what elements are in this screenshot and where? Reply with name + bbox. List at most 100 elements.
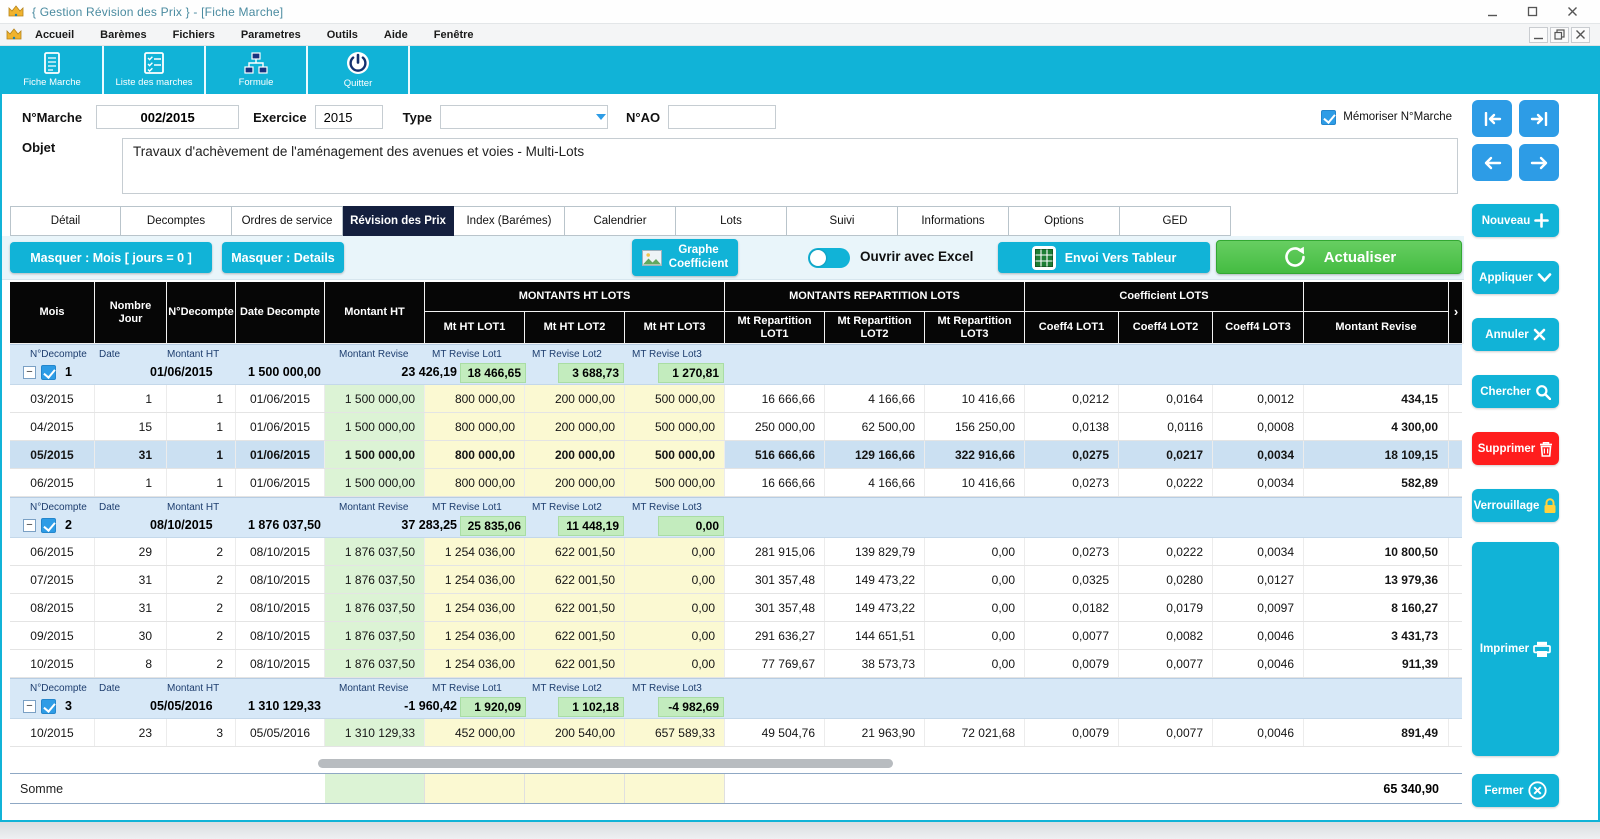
tab-calendrier[interactable]: Calendrier <box>565 206 676 236</box>
column-header-mt-repartition-lot3[interactable]: Mt Repartition LOT3 <box>925 312 1025 344</box>
table-row[interactable]: 09/201530208/10/20151 876 037,501 254 03… <box>10 622 1462 650</box>
nav-previous-button[interactable] <box>1472 144 1512 181</box>
column-header-coeff4-lot3[interactable]: Coeff4 LOT3 <box>1213 312 1304 344</box>
form-area: N°Marche Exercice Type N°AO Mémoriser N°… <box>2 94 1598 202</box>
group-checkbox[interactable] <box>41 699 56 714</box>
excel-toggle[interactable] <box>808 248 850 268</box>
actualiser-button[interactable]: Actualiser <box>1216 240 1462 274</box>
collapse-toggle-icon[interactable] <box>23 366 36 379</box>
column-header-mt-ht-lot1[interactable]: Mt HT LOT1 <box>425 312 525 344</box>
memoriser-checkbox[interactable]: Mémoriser N°Marche <box>1321 110 1452 125</box>
n-marche-input[interactable] <box>96 105 239 129</box>
fermer-button[interactable]: Fermer <box>1472 774 1559 807</box>
toolbar-liste-des-marches[interactable]: Liste des marches <box>104 46 206 94</box>
menu-item-baremes[interactable]: Barèmes <box>87 29 159 41</box>
form-row-2: Objet Travaux d'achèvement de l'aménagem… <box>22 138 1598 194</box>
menu-item-fichiers[interactable]: Fichiers <box>160 29 228 41</box>
column-header-coeff4-lot1[interactable]: Coeff4 LOT1 <box>1025 312 1119 344</box>
appliquer-button[interactable]: Appliquer <box>1472 261 1559 294</box>
table-row[interactable]: 10/201523305/05/20161 310 129,33452 000,… <box>10 719 1462 747</box>
toolbar-formule[interactable]: Formule <box>206 46 308 94</box>
column-header-mt-repartition-lot1[interactable]: Mt Repartition LOT1 <box>725 312 825 344</box>
toolbar-fiche-marche[interactable]: Fiche Marche <box>2 46 104 94</box>
table-row[interactable]: 08/201531208/10/20151 876 037,501 254 03… <box>10 594 1462 622</box>
group-revise-chip: 18 466,65 <box>460 363 526 383</box>
close-button[interactable] <box>1552 1 1592 23</box>
toolbar-quitter[interactable]: Quitter <box>308 46 410 94</box>
column-header-mt-ht-lot3[interactable]: Mt HT LOT3 <box>625 312 725 344</box>
child-minimize-button[interactable] <box>1529 27 1548 43</box>
masquer-details-button[interactable]: Masquer : Details <box>222 242 344 273</box>
table-row[interactable]: 03/20151101/06/20151 500 000,00800 000,0… <box>10 385 1462 413</box>
column-header-n-decompte[interactable]: N°Decompte <box>167 282 236 344</box>
nav-first-button[interactable] <box>1472 100 1512 137</box>
maximize-button[interactable] <box>1512 1 1552 23</box>
graphe-coefficient-button[interactable]: GrapheCoefficient <box>632 239 738 276</box>
nav-last-button[interactable] <box>1519 100 1559 137</box>
child-restore-button[interactable] <box>1550 27 1569 43</box>
group-date: 01/06/2015 <box>150 365 213 379</box>
column-header-mt-repartition-lot2[interactable]: Mt Repartition LOT2 <box>825 312 925 344</box>
header-scroll-arrow-icon[interactable]: › <box>1449 282 1464 344</box>
nav-next-button[interactable] <box>1519 144 1559 181</box>
verrouillage-button[interactable]: Verrouillage <box>1472 489 1559 522</box>
tab-ged[interactable]: GED <box>1120 206 1231 236</box>
graphe-label-2: Coefficient <box>669 258 728 271</box>
memoriser-label: Mémoriser N°Marche <box>1343 111 1452 123</box>
collapse-toggle-icon[interactable] <box>23 519 36 532</box>
tab-suivi[interactable]: Suivi <box>787 206 898 236</box>
menu-item-parametres[interactable]: Parametres <box>228 29 314 41</box>
chercher-button[interactable]: Chercher <box>1472 375 1559 408</box>
action-bar: Masquer : Mois [ jours = 0 ] Masquer : D… <box>2 236 1464 280</box>
masquer-mois-button[interactable]: Masquer : Mois [ jours = 0 ] <box>10 242 212 273</box>
tab-revision-des-prix[interactable]: Révision des Prix <box>343 206 454 236</box>
app-logo-icon <box>6 27 22 42</box>
n-ao-input[interactable] <box>668 105 776 129</box>
group-n-decompte: 3 <box>65 699 72 713</box>
table-row[interactable]: 04/201515101/06/20151 500 000,00800 000,… <box>10 413 1462 441</box>
column-header-date-decompte[interactable]: Date Decompte <box>236 282 325 344</box>
menu-item-aide[interactable]: Aide <box>371 29 421 41</box>
table-row[interactable]: 07/201531208/10/20151 876 037,501 254 03… <box>10 566 1462 594</box>
group-row: N°DecompteDateMontant HT305/05/20161 310… <box>10 678 1462 719</box>
table-row[interactable]: 10/20158208/10/20151 876 037,501 254 036… <box>10 650 1462 678</box>
group-checkbox[interactable] <box>41 365 56 380</box>
menu-item-outils[interactable]: Outils <box>314 29 371 41</box>
annuler-button[interactable]: Annuler <box>1472 318 1559 351</box>
collapse-toggle-icon[interactable] <box>23 700 36 713</box>
column-header-nombre-jour[interactable]: Nombre Jour <box>95 282 167 344</box>
tab-ordres-de-service[interactable]: Ordres de service <box>232 206 343 236</box>
type-select[interactable] <box>440 105 608 129</box>
envoi-tableur-button[interactable]: Envoi Vers Tableur <box>998 242 1210 273</box>
menu-item-fenetre[interactable]: Fenêtre <box>421 29 487 41</box>
chevron-down-icon <box>1537 272 1552 284</box>
tab-detail[interactable]: Détail <box>10 206 121 236</box>
tab-lots[interactable]: Lots <box>676 206 787 236</box>
table-row[interactable]: 06/201529208/10/20151 876 037,501 254 03… <box>10 538 1462 566</box>
menu-item-accueil[interactable]: Accueil <box>22 29 87 41</box>
tab-informations[interactable]: Informations <box>898 206 1009 236</box>
group-checkbox[interactable] <box>41 518 56 533</box>
horizontal-scrollbar[interactable] <box>10 759 1462 768</box>
supprimer-button[interactable]: Supprimer <box>1472 432 1559 465</box>
child-close-button[interactable] <box>1571 27 1590 43</box>
table-header: MoisNombre JourN°DecompteDate DecompteMo… <box>10 282 1462 344</box>
tab-index-baremes[interactable]: Index (Barémes) <box>454 206 565 236</box>
objet-textarea[interactable]: Travaux d'achèvement de l'aménagement de… <box>122 138 1458 194</box>
formula-icon <box>244 52 268 74</box>
imprimer-button[interactable]: Imprimer <box>1472 542 1559 756</box>
column-header-coeff4-lot2[interactable]: Coeff4 LOT2 <box>1119 312 1213 344</box>
scrollbar-thumb[interactable] <box>318 759 893 768</box>
column-header-mt-ht-lot2[interactable]: Mt HT LOT2 <box>525 312 625 344</box>
exercice-input[interactable] <box>315 105 383 129</box>
nouveau-button[interactable]: Nouveau <box>1472 204 1559 237</box>
column-header-mois[interactable]: Mois <box>10 282 95 344</box>
table-row[interactable]: 05/201531101/06/20151 500 000,00800 000,… <box>10 441 1462 469</box>
tab-options[interactable]: Options <box>1009 206 1120 236</box>
minimize-button[interactable] <box>1472 1 1512 23</box>
column-header-montant-ht[interactable]: Montant HT <box>325 282 425 344</box>
table-row[interactable]: 06/20151101/06/20151 500 000,00800 000,0… <box>10 469 1462 497</box>
tab-decomptes[interactable]: Decomptes <box>121 206 232 236</box>
close-circle-icon <box>1528 781 1547 800</box>
column-header-montant-revise[interactable]: Montant Revise <box>1304 312 1449 344</box>
